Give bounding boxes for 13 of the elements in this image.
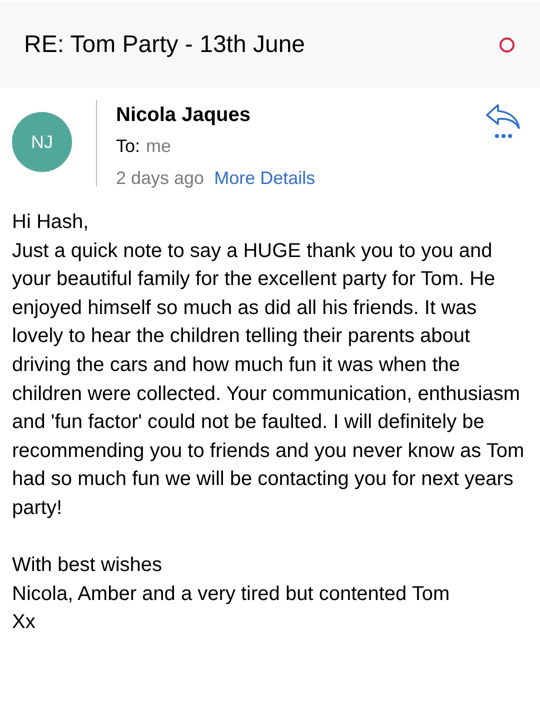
recipient: me — [146, 135, 172, 158]
to-label: To: — [116, 135, 140, 158]
avatar: NJ — [12, 112, 72, 172]
closing-line: With best wishes — [12, 553, 164, 578]
closing-line: Nicola, Amber and a very tired but contented Tom — [12, 582, 451, 607]
sender-name: Nicola Jaques — [116, 103, 252, 128]
closing-line: Xx — [12, 610, 36, 636]
body-paragraph: Hi Hash, — [12, 210, 90, 235]
circle-icon[interactable] — [498, 36, 516, 54]
more-details-link[interactable]: More Details — [214, 162, 316, 194]
body-paragraph: Just a quick note to say a HUGE thank you to you and your beautiful family for the excellent party for Tom. He enjoyed himself so much as did all his friends. It was lovely to hear the children telling their parents about driving the cars and how much fun it was when the children were collected. Your communication, enthusiasm and 'fun factor' could not be faulted. I will definitely be recommending you to friends and you never know as Tom had so much fun we will be contacting you for next years party! — [12, 238, 526, 521]
email-subject: RE: Tom Party - 13th June — [24, 30, 306, 60]
timestamp: 2 days ago — [116, 167, 204, 190]
